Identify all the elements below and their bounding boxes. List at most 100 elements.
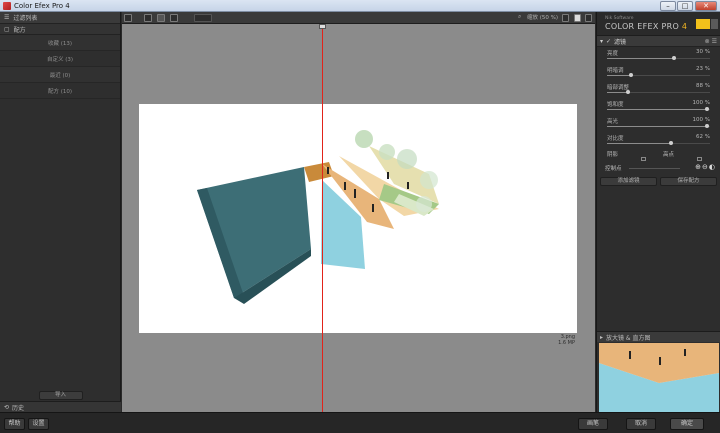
slider-value[interactable]: 30 %: [696, 49, 710, 55]
close-button[interactable]: ✕: [695, 1, 717, 11]
import-button[interactable]: 导入: [38, 390, 83, 400]
highlight-swatch[interactable]: [697, 157, 702, 161]
title-bar: Color Efex Pro 4 – □ ✕: [0, 0, 720, 12]
recipe-icon: ▢: [4, 25, 10, 33]
filter-name: 滤镜: [614, 38, 627, 46]
slider-knob[interactable]: [671, 56, 676, 60]
category-recipes[interactable]: 配方 (10): [0, 83, 120, 99]
list-icon: ☰: [4, 14, 10, 21]
slider-value[interactable]: 88 %: [696, 83, 710, 89]
slider-fill: [607, 126, 707, 127]
brand-company: Nik Software: [605, 16, 634, 21]
menu-icon[interactable]: [124, 14, 132, 22]
slider-knob[interactable]: [704, 107, 709, 111]
filter-header[interactable]: ▾ ✓ 滤镜 ⊗ ☰: [597, 36, 720, 47]
loupe-preview: [599, 343, 719, 412]
nik-logo-icon: [696, 19, 710, 29]
brand-header: Nik Software COLOR EFEX PRO 4: [597, 12, 720, 36]
slider-fill: [607, 58, 674, 59]
filter-action-row: 添加滤镜 保存配方: [597, 174, 720, 189]
preview-toolbar: ⌕ 缩放 (50 %): [122, 12, 595, 24]
enabled-check-icon[interactable]: ✓: [606, 38, 611, 45]
cancel-button[interactable]: 取消: [626, 418, 656, 430]
loupe-header[interactable]: ▸ 放大镜 & 直方图: [597, 331, 720, 342]
loupe-icon[interactable]: [574, 14, 581, 22]
category-favorites[interactable]: 收藏 (13): [0, 35, 120, 51]
control-point-buttons[interactable]: ⊕⊖◐: [695, 163, 716, 171]
slider-label: 高光: [607, 119, 619, 125]
slider-label: 饱和度: [607, 102, 624, 108]
zoom-level[interactable]: 缩放 (50 %): [527, 14, 558, 22]
slider-track[interactable]: [607, 90, 710, 94]
slider-knob[interactable]: [625, 90, 630, 94]
slider-value[interactable]: 23 %: [696, 66, 710, 72]
maximize-button[interactable]: □: [677, 1, 693, 11]
split-divider-handle[interactable]: [319, 24, 326, 29]
slider-value[interactable]: 100 %: [693, 117, 710, 123]
slider-fill: [607, 143, 671, 144]
shadow-swatch[interactable]: [641, 157, 646, 161]
slider-knob[interactable]: [628, 73, 633, 77]
slider-knob[interactable]: [668, 141, 673, 145]
slider-row: 亮度 30 %: [597, 47, 720, 64]
brand-name: COLOR EFEX PRO 4: [605, 22, 687, 31]
category-custom[interactable]: 自定义 (3): [0, 51, 120, 67]
preview-area: ⌕ 缩放 (50 %) 3.png 1.6 MP: [122, 12, 595, 412]
architecture-model-image: [197, 130, 439, 304]
single-view-icon[interactable]: [144, 14, 152, 22]
recipes-header[interactable]: ▢ 配方: [0, 24, 120, 35]
brand-badge-icon: [711, 19, 718, 29]
preview-image: [139, 104, 577, 333]
category-list: 收藏 (13) 自定义 (3) 最近 (0) 配方 (10): [0, 35, 120, 99]
app-icon: [3, 2, 11, 10]
slider-value[interactable]: 62 %: [696, 134, 710, 140]
filter-list-header[interactable]: ☰ 过滤列表: [0, 12, 120, 24]
minimize-button[interactable]: –: [660, 1, 676, 11]
split-view-icon[interactable]: [157, 14, 165, 22]
brush-button[interactable]: 画笔: [578, 418, 608, 430]
tone-row: 阴影 高点: [597, 149, 720, 162]
side-by-side-icon[interactable]: [170, 14, 178, 22]
window-title: Color Efex Pro 4: [14, 2, 70, 10]
slider-track[interactable]: [607, 141, 710, 145]
history-icon: ⟲: [4, 403, 10, 411]
filter-list-title: 过滤列表: [13, 15, 38, 22]
slider-track[interactable]: [607, 73, 710, 77]
slider-fill: [607, 109, 707, 110]
settings-button[interactable]: 设置: [28, 418, 49, 430]
slider-label: 对比度: [607, 136, 624, 142]
collapse-icon: ▾: [600, 37, 604, 45]
slider-value[interactable]: 100 %: [693, 100, 710, 106]
slider-row: 对比度 62 %: [597, 132, 720, 149]
shadow-label: 阴影: [607, 152, 619, 158]
category-recent[interactable]: 最近 (0): [0, 67, 120, 83]
add-filter-button[interactable]: 添加滤镜: [600, 177, 657, 186]
search-icon[interactable]: ⌕: [518, 14, 525, 22]
slider-row: 明暗调 23 %: [597, 64, 720, 81]
slider-group: 亮度 30 % 明暗调 23 % 暗部调整 88 % 饱和度 100 % 高光 100 % 对比度 6…: [597, 47, 720, 149]
help-button[interactable]: 帮助: [4, 418, 25, 430]
slider-track[interactable]: [607, 56, 710, 60]
loupe-image: [599, 343, 719, 412]
brand-version: 4: [681, 22, 688, 31]
zoom-dropdown-icon[interactable]: [562, 14, 569, 22]
slider-track[interactable]: [607, 124, 710, 128]
history-label: 历史: [12, 404, 25, 412]
history-header[interactable]: ⟲ 历史: [0, 401, 121, 412]
slider-row: 暗部调整 88 %: [597, 81, 720, 98]
image-info: 3.png 1.6 MP: [558, 334, 575, 346]
bottom-bar: 帮助 设置 画笔 取消 确定: [0, 412, 720, 433]
slider-fill: [607, 75, 631, 76]
import-row: 导入: [0, 389, 121, 401]
slider-track[interactable]: [607, 107, 710, 111]
slider-knob[interactable]: [704, 124, 709, 128]
background-toggle[interactable]: [194, 14, 212, 22]
slider-row: 饱和度 100 %: [597, 98, 720, 115]
save-recipe-button[interactable]: 保存配方: [660, 177, 717, 186]
ok-button[interactable]: 确定: [670, 418, 704, 430]
slider-label: 亮度: [607, 51, 619, 57]
brand-product: COLOR EFEX PRO: [605, 22, 680, 31]
settings-icon[interactable]: [585, 14, 592, 22]
filter-menu-icons[interactable]: ⊗ ☰: [705, 38, 717, 45]
split-divider[interactable]: [322, 24, 323, 412]
